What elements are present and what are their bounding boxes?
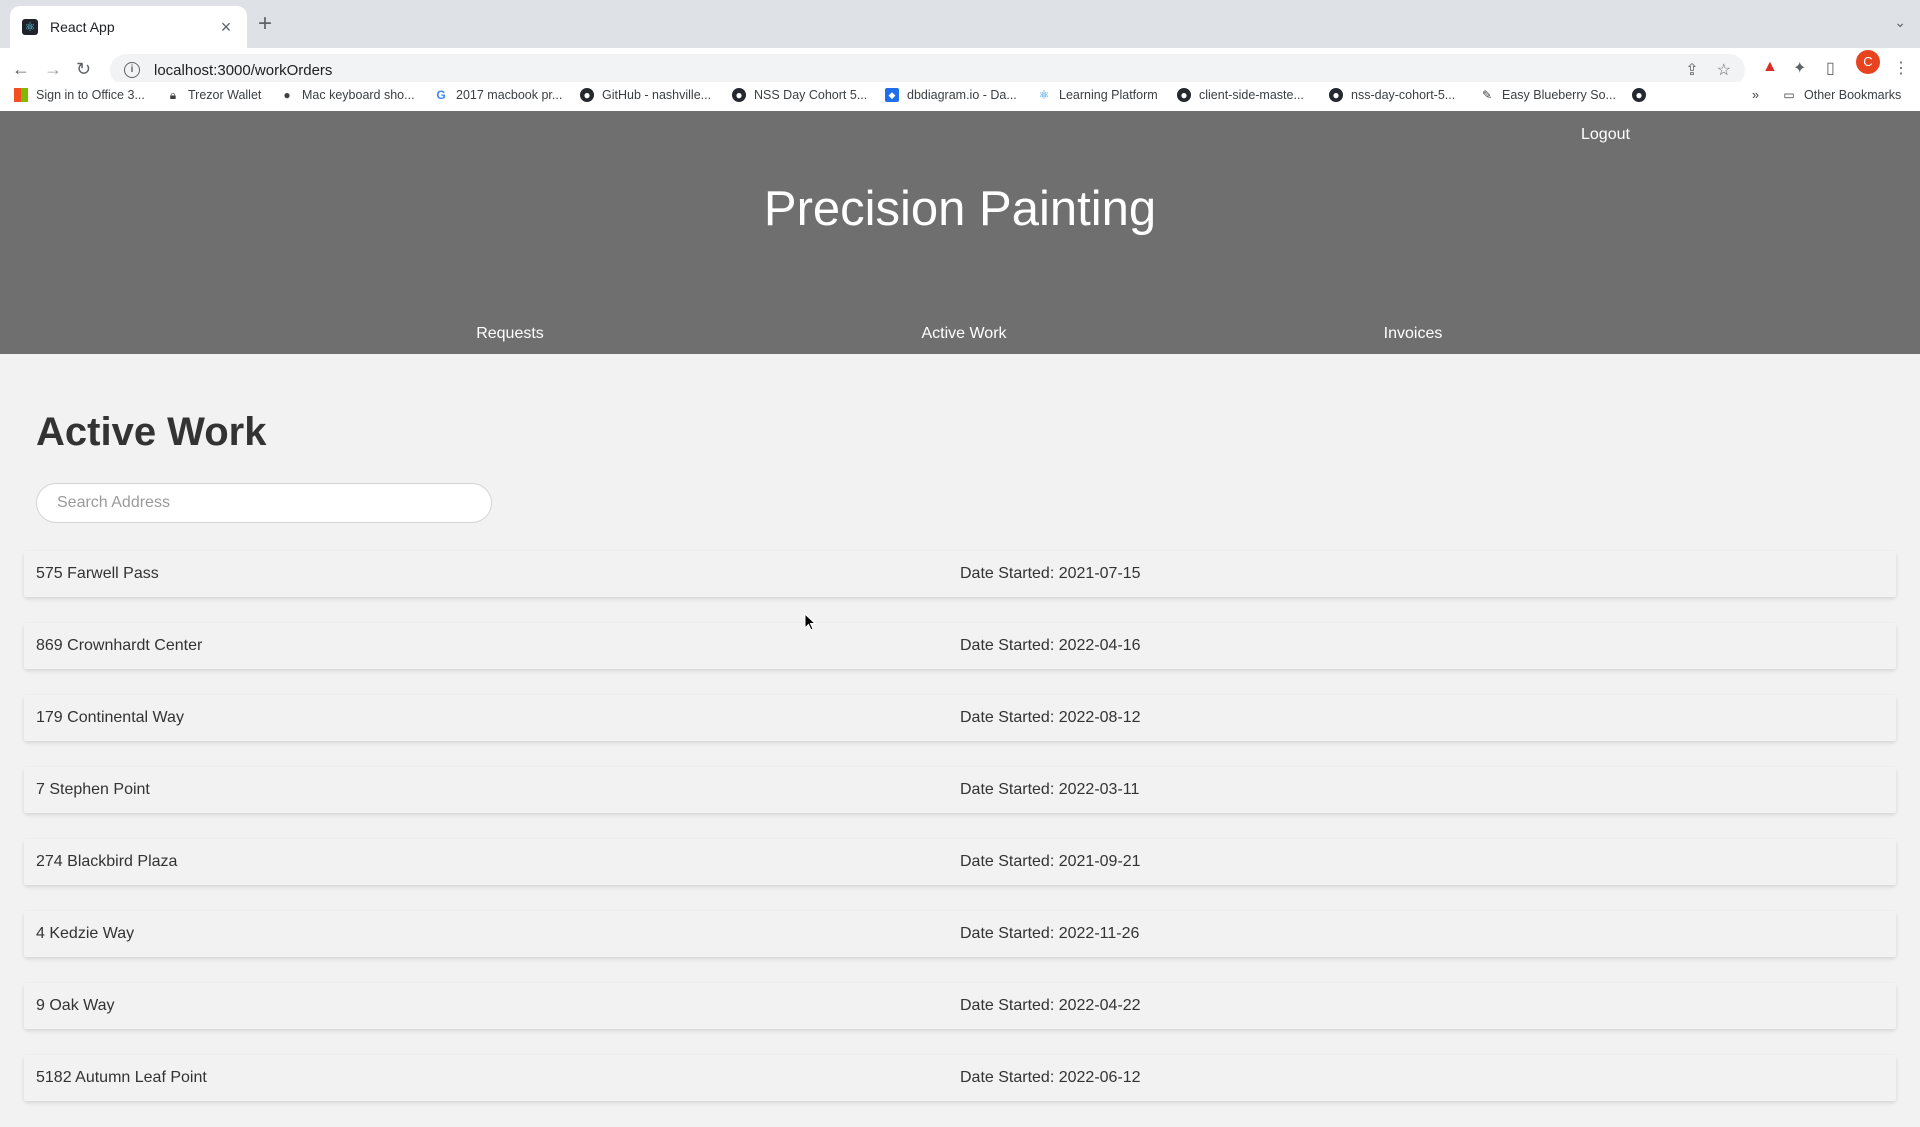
bookmark-learning-platform[interactable]: ⚛ Learning Platform — [1037, 88, 1158, 102]
bookmark-trezor[interactable]: 🔒︎ Trezor Wallet — [166, 88, 262, 102]
work-order-date: Date Started: 2021-07-15 — [960, 565, 1141, 582]
menu-icon[interactable]: ⋮ — [1893, 58, 1909, 78]
close-icon[interactable]: × — [217, 17, 235, 38]
github-icon: ● — [732, 88, 746, 102]
work-order-list: 575 Farwell Pass Date Started: 2021-07-1… — [24, 551, 1896, 1127]
bookmark-office[interactable]: Sign in to Office 3... — [14, 88, 145, 102]
github-icon: ● — [1177, 88, 1191, 102]
github-icon: ● — [1329, 88, 1343, 102]
tab-title: React App — [50, 19, 115, 35]
work-order-row[interactable]: 274 Blackbird Plaza Date Started: 2021-0… — [24, 839, 1896, 885]
bookmark-dbdiagram[interactable]: ◆ dbdiagram.io - Da... — [885, 88, 1017, 102]
info-icon[interactable]: i — [124, 62, 140, 78]
apple-icon: ● — [283, 88, 291, 102]
star-icon[interactable]: ☆ — [1717, 60, 1731, 80]
app-header: Logout Precision Painting Requests Activ… — [0, 111, 1920, 354]
work-order-address: 5182 Autumn Leaf Point — [36, 1069, 207, 1086]
work-order-row[interactable]: 5182 Autumn Leaf Point Date Started: 202… — [24, 1055, 1896, 1101]
browser-tab-strip: ⚛ React App × + ⌄ — [0, 0, 1920, 48]
work-order-address: 869 Crownhardt Center — [36, 637, 203, 654]
work-order-address: 4 Kedzie Way — [36, 925, 135, 942]
side-panel-icon[interactable]: ▯ — [1826, 58, 1835, 78]
work-order-row[interactable]: 4 Kedzie Way Date Started: 2022-11-26 — [24, 911, 1896, 957]
work-order-address: 7 Stephen Point — [36, 781, 150, 798]
bookmark-client-side[interactable]: ● client-side-maste... — [1177, 88, 1304, 102]
work-order-date: Date Started: 2021-09-21 — [960, 853, 1141, 870]
google-icon: G — [436, 88, 446, 102]
work-order-date: Date Started: 2022-03-11 — [960, 781, 1140, 798]
bookmark-macbook[interactable]: G 2017 macbook pr... — [434, 88, 562, 102]
lock-icon: 🔒︎ — [169, 88, 177, 102]
react-icon: ⚛ — [22, 19, 38, 35]
url-text[interactable]: localhost:3000/workOrders — [154, 62, 1667, 79]
react-icon: ⚛ — [1038, 88, 1050, 102]
work-order-row[interactable]: 9 Oak Way Date Started: 2022-04-22 — [24, 983, 1896, 1029]
bookmark-mac-keyboard[interactable]: ● Mac keyboard sho... — [280, 88, 414, 102]
bookmarks-bar: Sign in to Office 3... 🔒︎ Trezor Wallet ●… — [0, 82, 1920, 112]
nav-active-work[interactable]: Active Work — [921, 325, 1006, 343]
pencil-icon: ✎ — [1481, 88, 1493, 102]
profile-avatar[interactable]: C — [1856, 50, 1880, 74]
bookmark-nss-cohort[interactable]: ● NSS Day Cohort 5... — [732, 88, 867, 102]
work-order-date: Date Started: 2022-08-12 — [960, 709, 1141, 726]
bookmark-blueberry[interactable]: ✎ Easy Blueberry So... — [1480, 88, 1616, 102]
work-order-date: Date Started: 2022-06-12 — [960, 1069, 1141, 1086]
folder-icon: ▭ — [1783, 88, 1795, 102]
github-icon: ● — [580, 88, 594, 102]
work-order-row[interactable]: 179 Continental Way Date Started: 2022-0… — [24, 695, 1896, 741]
logout-link[interactable]: Logout — [1581, 126, 1630, 144]
work-order-address: 179 Continental Way — [36, 709, 184, 726]
bookmarks-overflow[interactable]: » — [1752, 88, 1759, 102]
dbdiagram-icon: ◆ — [885, 88, 899, 102]
github-icon: ● — [1632, 88, 1646, 102]
work-order-date: Date Started: 2022-04-22 — [960, 997, 1141, 1014]
nav-invoices[interactable]: Invoices — [1384, 325, 1443, 343]
bookmark-github[interactable]: ● — [1632, 88, 1654, 102]
forward-icon[interactable]: → — [44, 58, 62, 80]
new-tab-icon[interactable]: + — [258, 12, 272, 36]
work-order-date: Date Started: 2022-11-26 — [960, 925, 1140, 942]
mouse-cursor-icon — [804, 613, 817, 631]
search-input[interactable] — [36, 483, 492, 523]
bookmark-github-nashville[interactable]: ● GitHub - nashville... — [580, 88, 711, 102]
other-bookmarks[interactable]: ▭ Other Bookmarks — [1782, 88, 1901, 102]
back-icon[interactable]: ← — [12, 58, 30, 80]
page-title: Active Work — [36, 410, 267, 454]
extension-icon[interactable]: ▲ — [1762, 58, 1778, 76]
work-order-address: 9 Oak Way — [36, 997, 115, 1014]
app-title: Precision Painting — [763, 182, 1157, 236]
work-order-row[interactable]: 575 Farwell Pass Date Started: 2021-07-1… — [24, 551, 1896, 597]
work-order-row[interactable]: 7 Stephen Point Date Started: 2022-03-11 — [24, 767, 1896, 813]
work-order-row[interactable]: 869 Crownhardt Center Date Started: 2022… — [24, 623, 1896, 669]
chevron-down-icon[interactable]: ⌄ — [1894, 14, 1906, 31]
microsoft-icon — [14, 88, 28, 102]
work-order-address: 274 Blackbird Plaza — [36, 853, 178, 870]
bookmark-nss-day-cohort[interactable]: ● nss-day-cohort-5... — [1329, 88, 1455, 102]
browser-tab[interactable]: ⚛ React App × — [10, 6, 247, 48]
nav-requests[interactable]: Requests — [476, 325, 544, 343]
work-order-date: Date Started: 2022-04-16 — [960, 637, 1141, 654]
work-order-address: 575 Farwell Pass — [36, 565, 159, 582]
reload-icon[interactable]: ↻ — [76, 58, 91, 80]
puzzle-icon[interactable]: ✦ — [1793, 58, 1806, 78]
share-icon[interactable]: ⇪ — [1685, 60, 1698, 80]
